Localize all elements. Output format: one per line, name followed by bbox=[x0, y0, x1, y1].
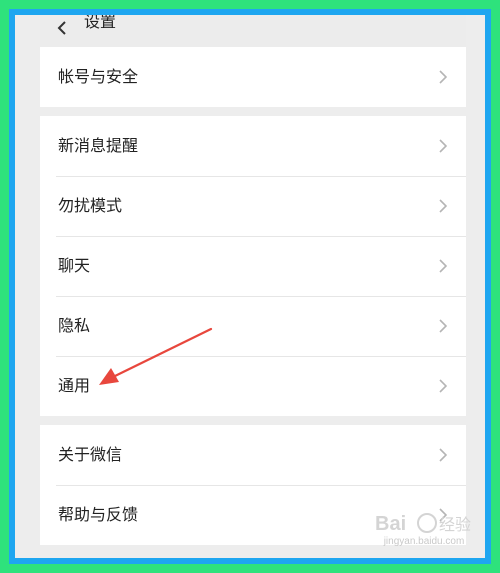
chevron-right-icon bbox=[439, 379, 447, 393]
settings-item-general[interactable]: 通用 bbox=[40, 356, 466, 416]
settings-item-label: 聊天 bbox=[58, 256, 91, 275]
settings-screen: 设置 帐号与安全 新消息提醒 勿扰模式 聊天 隐私 通用 关于微信 帮助与反馈 … bbox=[15, 15, 485, 558]
chevron-right-icon bbox=[439, 448, 447, 462]
settings-item-label: 关于微信 bbox=[58, 445, 123, 464]
settings-item-privacy[interactable]: 隐私 bbox=[40, 296, 466, 356]
settings-item-about-wechat[interactable]: 关于微信 bbox=[40, 425, 466, 485]
settings-item-label: 勿扰模式 bbox=[58, 196, 123, 215]
chevron-right-icon bbox=[439, 259, 447, 273]
chevron-right-icon bbox=[439, 70, 447, 84]
baidu-watermark: Bai 经验 jingyan.baidu.com bbox=[369, 508, 479, 556]
settings-item-label: 帮助与反馈 bbox=[58, 505, 139, 524]
settings-item-account-security[interactable]: 帐号与安全 bbox=[40, 47, 466, 107]
settings-item-do-not-disturb[interactable]: 勿扰模式 bbox=[40, 176, 466, 236]
settings-item-label: 通用 bbox=[58, 376, 91, 395]
settings-item-label: 隐私 bbox=[58, 316, 91, 335]
chevron-right-icon bbox=[439, 319, 447, 333]
page-title: 设置 bbox=[84, 15, 117, 31]
settings-group-main: 新消息提醒 勿扰模式 聊天 隐私 通用 bbox=[40, 116, 466, 416]
chevron-right-icon bbox=[439, 199, 447, 213]
settings-item-label: 帐号与安全 bbox=[58, 67, 139, 86]
watermark-text: jingyan.baidu.com bbox=[383, 536, 465, 547]
settings-item-notifications[interactable]: 新消息提醒 bbox=[40, 116, 466, 176]
svg-text:Bai: Bai bbox=[375, 513, 406, 535]
chevron-right-icon bbox=[439, 139, 447, 153]
baidu-logo-icon: Bai 经验 bbox=[375, 513, 471, 535]
back-arrow-icon[interactable] bbox=[56, 21, 68, 35]
settings-group-account: 帐号与安全 bbox=[40, 47, 466, 107]
settings-item-label: 新消息提醒 bbox=[58, 136, 139, 155]
svg-text:经验: 经验 bbox=[439, 516, 471, 534]
settings-item-chat[interactable]: 聊天 bbox=[40, 236, 466, 296]
